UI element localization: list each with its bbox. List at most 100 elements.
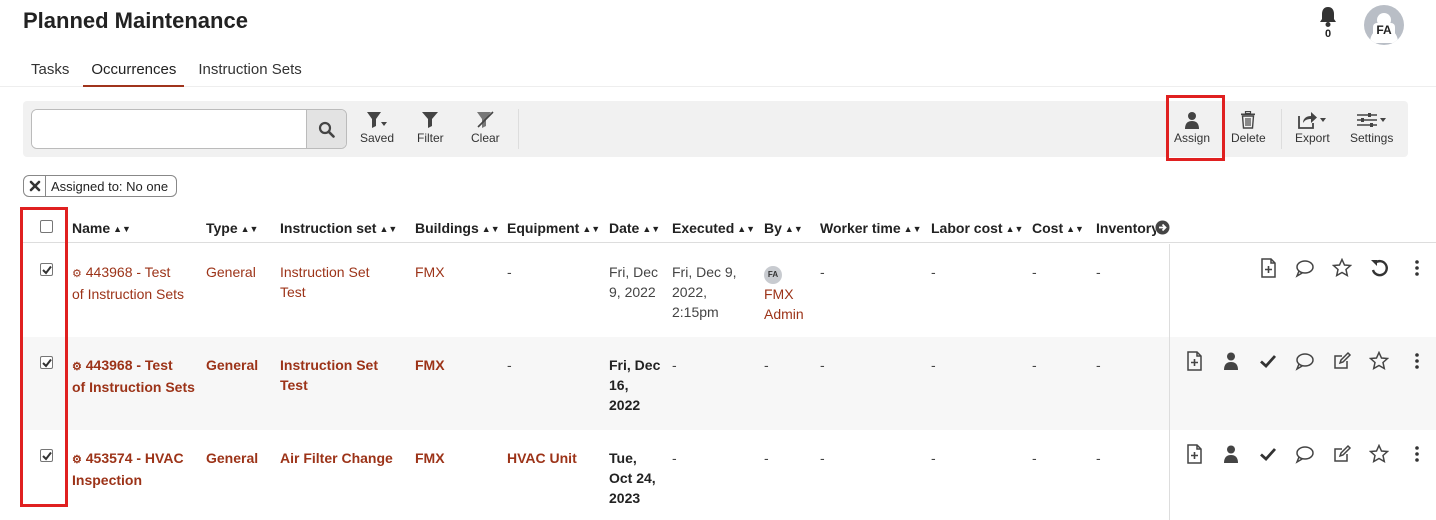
filter-chip-label: Assigned to: No one [51,178,169,194]
sort-icon: ▲▼ [481,224,500,234]
scroll-columns-right-icon[interactable] [1155,220,1170,235]
buildings-link[interactable]: FMX [415,355,445,375]
inventory-cell: - [1096,357,1101,373]
name-line: Inspection [72,472,143,488]
more-options-icon[interactable] [1407,258,1427,278]
table-row[interactable]: ⚙ 453574 - HVAC Inspection General Air Fi… [23,430,1436,520]
instruction-set-link[interactable]: Instruction Set Test [280,262,370,302]
column-header-instruction-set[interactable]: Instruction set ▲▼ [280,220,397,236]
bell-icon [1320,7,1336,27]
column-header-equipment[interactable]: Equipment ▲▼ [507,220,600,236]
equipment-cell: - [507,264,512,280]
delete-button[interactable]: Delete [1231,111,1266,145]
sort-icon: ▲▼ [1005,224,1024,234]
sort-icon: ▲▼ [737,224,756,234]
settings-button[interactable]: Settings [1350,111,1393,145]
column-header-worker-time[interactable]: Worker time ▲▼ [820,220,922,236]
filter-button[interactable]: Filter [417,111,444,145]
column-header-label: Worker time [820,220,901,236]
add-document-icon[interactable] [1184,444,1204,464]
add-document-icon[interactable] [1258,258,1278,278]
occurrence-name-link[interactable]: ⚙ 443968 - Test of Instruction Sets [72,262,202,304]
equipment-link[interactable]: HVAC Unit [507,448,577,468]
buildings-link[interactable]: FMX [415,262,445,282]
search-input[interactable] [32,110,306,148]
instruction-set-link[interactable]: Air Filter Change [280,448,393,468]
export-label: Export [1295,131,1330,145]
column-header-label: Equipment [507,220,580,236]
column-header-type[interactable]: Type ▲▼ [206,220,258,236]
column-header-cost[interactable]: Cost ▲▼ [1032,220,1084,236]
equipment-cell: - [507,357,512,373]
user-avatar[interactable]: FA [1364,5,1404,45]
column-header-executed[interactable]: Executed ▲▼ [672,220,755,236]
type-cell: General [206,357,259,373]
instruction-set-line: Test [280,377,308,393]
by-cell: - [764,357,769,373]
add-document-icon[interactable] [1184,351,1204,371]
search-button[interactable] [306,110,346,148]
sort-icon: ▲▼ [113,224,131,234]
occurrence-name-link[interactable]: ⚙ 453574 - HVAC Inspection [72,448,202,490]
more-options-icon[interactable] [1407,351,1427,371]
comment-icon[interactable] [1295,258,1315,278]
row-actions [1169,337,1436,430]
table-row[interactable]: ⚙ 443968 - Test of Instruction Sets Gener… [23,244,1436,337]
star-icon[interactable] [1332,258,1352,278]
date-cell: Tue, Oct 24, 2023 [609,448,656,508]
comment-icon[interactable] [1295,351,1315,371]
export-share-icon [1298,112,1327,129]
edit-icon[interactable] [1332,444,1352,464]
column-header-label: Executed [672,220,735,236]
tab-occurrences[interactable]: Occurrences [83,52,185,87]
star-icon[interactable] [1369,351,1389,371]
gears-icon: ⚙ [72,268,82,280]
remove-filter-button[interactable] [24,176,46,196]
filter-label: Filter [417,131,444,145]
column-header-label: Instruction set [280,220,377,236]
instruction-set-link[interactable]: Instruction Set Test [280,355,378,395]
assign-person-icon[interactable] [1221,444,1241,464]
complete-check-icon[interactable] [1258,444,1278,464]
date-line: 9, 2022 [609,284,656,300]
settings-label: Settings [1350,131,1394,145]
more-options-icon[interactable] [1407,444,1427,464]
gears-icon: ⚙ [72,454,82,466]
undo-icon[interactable] [1369,258,1389,278]
cost-cell: - [1032,357,1037,373]
tab-tasks[interactable]: Tasks [23,52,77,87]
occurrence-name-link[interactable]: ⚙ 443968 - Test of Instruction Sets [72,355,202,397]
star-icon[interactable] [1369,444,1389,464]
column-header-labor-cost[interactable]: Labor cost ▲▼ [931,220,1023,236]
edit-icon[interactable] [1332,351,1352,371]
labor-cost-cell: - [931,264,936,280]
delete-label: Delete [1231,131,1266,145]
table-row[interactable]: ⚙ 443968 - Test of Instruction Sets Gener… [23,337,1436,430]
column-header-label: Buildings [415,220,479,236]
sort-icon: ▲▼ [1066,224,1084,234]
sort-icon: ▲▼ [582,224,601,234]
by-user-link[interactable]: FA FMX Admin [764,262,804,324]
notifications-button[interactable]: 0 [1316,6,1340,42]
user-initials: FA [1373,23,1395,37]
buildings-link[interactable]: FMX [415,448,445,468]
type-cell: General [206,450,259,466]
column-header-date[interactable]: Date ▲▼ [609,220,660,236]
column-header-buildings[interactable]: Buildings ▲▼ [415,220,500,236]
tab-bar: Tasks Occurrences Instruction Sets [23,52,316,88]
tab-instruction-sets[interactable]: Instruction Sets [190,52,309,87]
column-header-label: Name [72,220,111,236]
complete-check-icon[interactable] [1258,351,1278,371]
column-header-inventory[interactable]: Inventory [1096,220,1156,236]
saved-filters-button[interactable]: Saved [360,111,394,145]
column-header-name[interactable]: Name ▲▼ [72,220,131,236]
by-line: FMX [764,286,794,302]
export-button[interactable]: Export [1295,111,1330,145]
clear-filters-button[interactable]: Clear [471,111,500,145]
comment-icon[interactable] [1295,444,1315,464]
column-header-by[interactable]: By ▲▼ [764,220,803,236]
filter-dropdown-icon [367,112,388,128]
table-header: Name ▲▼ Type ▲▼ Instruction set ▲▼ Building… [23,208,1436,243]
assign-person-icon[interactable] [1221,351,1241,371]
worker-time-cell: - [820,264,825,280]
